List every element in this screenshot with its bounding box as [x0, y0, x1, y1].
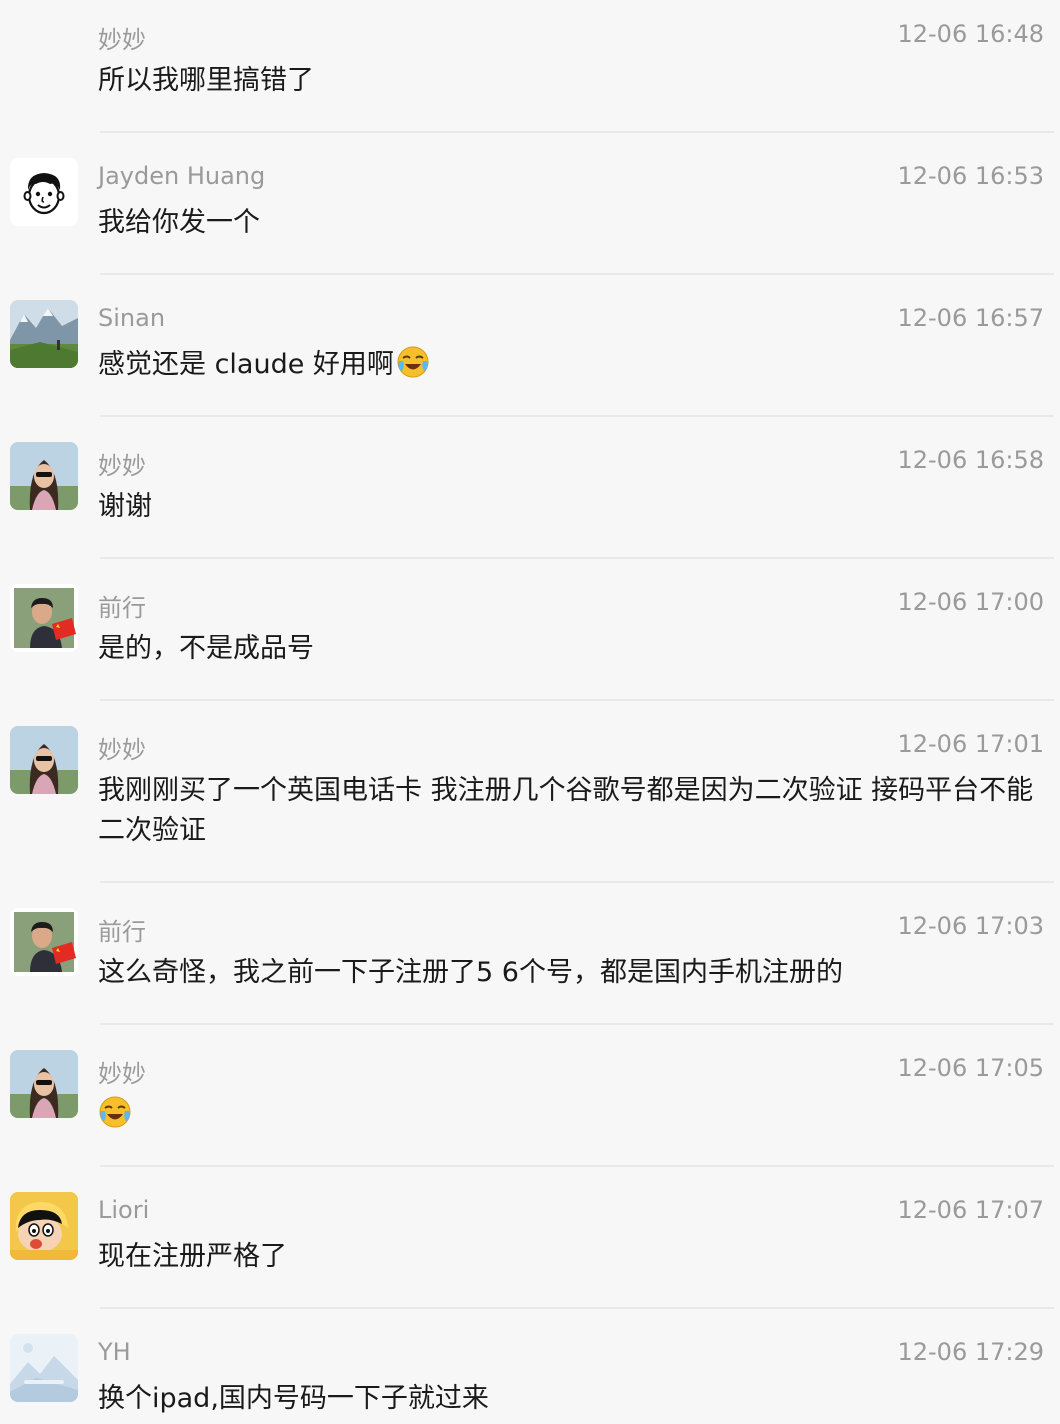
- message-item[interactable]: Sinan 12-06 16:57 感觉还是 claude 好用啊: [0, 275, 1060, 417]
- man-flag-photo-icon: [10, 584, 78, 652]
- message-time: 12-06 17:01: [897, 730, 1044, 758]
- message-text: 这么奇怪，我之前一下子注册了5 6个号，都是国内手机注册的: [98, 957, 843, 988]
- avatar[interactable]: [10, 1192, 78, 1260]
- message-item[interactable]: Jayden Huang 12-06 16:53 我给你发一个: [0, 133, 1060, 275]
- laughing-crying-face-icon: [396, 345, 430, 379]
- message-text-content: 感觉还是 claude 好用啊: [98, 349, 394, 380]
- avatar[interactable]: [10, 726, 78, 794]
- message-sender: 前行: [98, 918, 146, 946]
- message-sender: Jayden Huang: [98, 162, 266, 190]
- avatar[interactable]: [10, 584, 78, 652]
- avatar[interactable]: [10, 300, 78, 368]
- avatar[interactable]: [10, 442, 78, 510]
- laughing-crying-face-icon: [98, 1095, 132, 1129]
- avatar[interactable]: [10, 158, 78, 226]
- message-text: 谢谢: [98, 491, 152, 522]
- message-text: 是的，不是成品号: [98, 633, 314, 664]
- message-sender: YH: [98, 1338, 131, 1366]
- message-sender: Sinan: [98, 304, 166, 332]
- message-time: 12-06 17:03: [897, 912, 1044, 940]
- message-item[interactable]: YH 12-06 17:29 换个ipad,国内号码一下子就过来: [0, 1309, 1060, 1424]
- message-item[interactable]: 妙妙 12-06 17:05: [0, 1025, 1060, 1167]
- woman-photo-icon: [10, 1050, 78, 1118]
- avatar[interactable]: [10, 1050, 78, 1118]
- message-time: 12-06 17:29: [897, 1338, 1044, 1366]
- message-sender: 妙妙: [98, 1060, 146, 1088]
- message-time: 12-06 17:07: [897, 1196, 1044, 1224]
- message-item[interactable]: 妙妙 12-06 16:48 所以我哪里搞错了: [0, 0, 1060, 133]
- message-time: 12-06 16:53: [897, 162, 1044, 190]
- mountain-photo-icon: [10, 300, 78, 368]
- message-item[interactable]: 前行 12-06 17:03 这么奇怪，我之前一下子注册了5 6个号，都是国内手…: [0, 883, 1060, 1025]
- message-time: 12-06 16:57: [897, 304, 1044, 332]
- message-text: 我给你发一个: [98, 207, 260, 238]
- message-time: 12-06 17:05: [897, 1054, 1044, 1082]
- message-text: 所以我哪里搞错了: [98, 65, 314, 96]
- chat-message-list: 妙妙 12-06 16:48 所以我哪里搞错了 Jayden Huang 12-…: [0, 0, 1060, 1424]
- avatar[interactable]: [10, 1334, 78, 1402]
- cartoon-boy-yellow-icon: [10, 1192, 78, 1260]
- message-sender: 妙妙: [98, 452, 146, 480]
- avatar[interactable]: [10, 908, 78, 976]
- message-time: 12-06 16:48: [897, 20, 1044, 48]
- landscape-placeholder-icon: [10, 1334, 78, 1402]
- message-text: 我刚刚买了一个英国电话卡 我注册几个谷歌号都是因为二次验证 接码平台不能二次验证: [98, 775, 1034, 846]
- message-item[interactable]: 妙妙 12-06 16:58 谢谢: [0, 417, 1060, 559]
- message-item[interactable]: 妙妙 12-06 17:01 我刚刚买了一个英国电话卡 我注册几个谷歌号都是因为…: [0, 701, 1060, 883]
- message-text: 感觉还是 claude 好用啊: [98, 345, 1042, 385]
- message-text: 现在注册严格了: [98, 1241, 287, 1272]
- message-text: 换个ipad,国内号码一下子就过来: [98, 1383, 489, 1414]
- message-sender: 前行: [98, 594, 146, 622]
- message-time: 12-06 17:00: [897, 588, 1044, 616]
- message-sender: 妙妙: [98, 736, 146, 764]
- message-item[interactable]: 前行 12-06 17:00 是的，不是成品号: [0, 559, 1060, 701]
- woman-photo-icon: [10, 442, 78, 510]
- woman-photo-icon: [10, 726, 78, 794]
- message-sender: Liori: [98, 1196, 150, 1224]
- man-flag-photo-icon: [10, 908, 78, 976]
- message-item[interactable]: Liori 12-06 17:07 现在注册严格了: [0, 1167, 1060, 1309]
- cartoon-face-icon: [10, 158, 78, 226]
- message-time: 12-06 16:58: [897, 446, 1044, 474]
- message-text: [98, 1095, 1042, 1135]
- message-sender: 妙妙: [98, 26, 146, 54]
